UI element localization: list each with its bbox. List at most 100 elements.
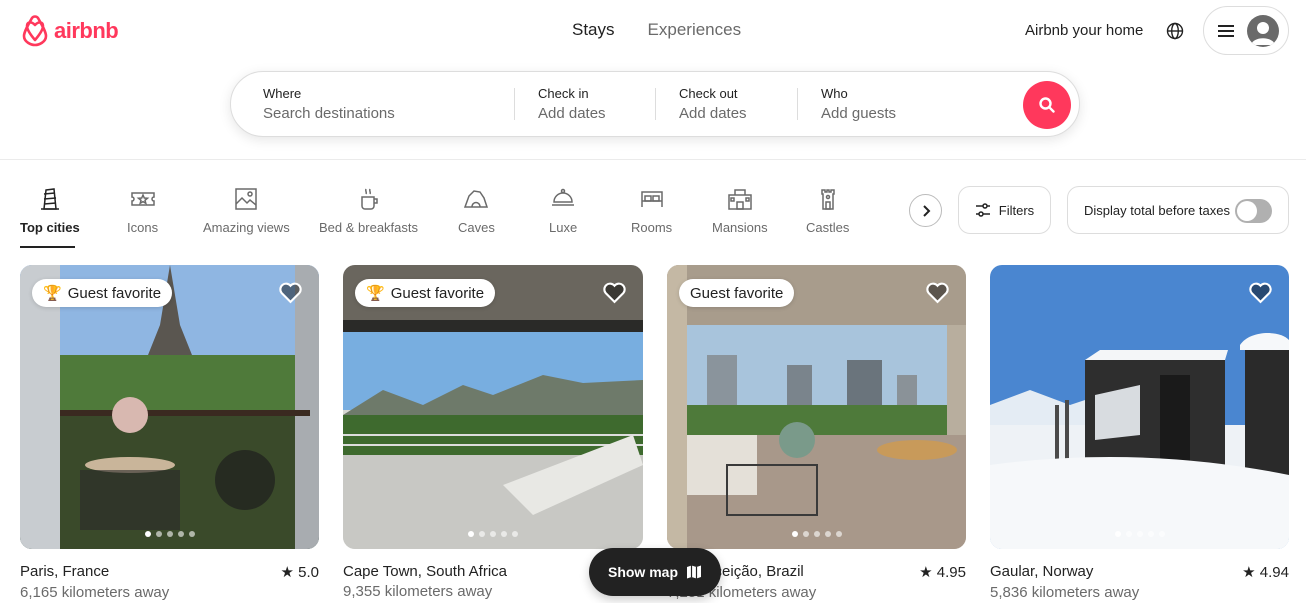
- listing-photo[interactable]: [990, 265, 1289, 549]
- show-map-label: Show map: [607, 564, 678, 580]
- listing-photo[interactable]: Guest favorite: [667, 265, 966, 549]
- pagination-dot: [824, 531, 831, 537]
- checkout-field[interactable]: Check out Add dates: [679, 86, 747, 122]
- listing-title: Paris, France: [20, 563, 110, 580]
- listing-card[interactable]: 🏆 Guest favorite Cape Town, South Africa…: [343, 265, 643, 600]
- pagination-dot: [468, 531, 474, 537]
- category-amazing-views[interactable]: Amazing views: [203, 186, 290, 235]
- guest-favorite-badge: 🏆 Guest favorite: [355, 279, 496, 307]
- category-rooms[interactable]: Rooms: [631, 186, 672, 235]
- category-label: Luxe: [549, 220, 578, 235]
- listing-card[interactable]: 🏆 Guest favorite Paris, France ★ 5.0 6,1…: [20, 265, 319, 601]
- where-input[interactable]: Search destinations: [263, 105, 395, 122]
- category-mansions[interactable]: Mansions: [712, 186, 768, 235]
- heart-icon[interactable]: [602, 280, 627, 305]
- cloche-icon: [552, 188, 575, 206]
- heart-icon[interactable]: [1248, 280, 1273, 305]
- pagination-dot: [813, 531, 820, 537]
- listing-rating: ★ 4.94: [1242, 564, 1289, 581]
- pagination-dot: [1147, 531, 1154, 537]
- category-label: Icons: [127, 220, 159, 235]
- listing-photo[interactable]: 🏆 Guest favorite: [343, 265, 643, 549]
- divider: [514, 88, 515, 120]
- listing-photo-image: [343, 265, 643, 549]
- sliders-icon: [975, 203, 990, 217]
- search-button[interactable]: [1023, 81, 1071, 129]
- listing-photo-image: [20, 265, 319, 549]
- listing-card[interactable]: Guest favorite va Conceição, Brazil ★ 4.…: [667, 265, 966, 601]
- tab-stays[interactable]: Stays: [572, 20, 615, 40]
- coffee-icon: [360, 188, 378, 210]
- guest-favorite-badge: Guest favorite: [679, 279, 795, 307]
- checkin-label: Check in: [538, 86, 589, 101]
- listing-card[interactable]: Gaular, Norway ★ 4.94 5,836 kilometers a…: [990, 265, 1289, 601]
- badge-label: Guest favorite: [67, 284, 162, 302]
- category-castles[interactable]: Castles: [806, 186, 849, 235]
- rating-value: 5.0: [298, 564, 319, 581]
- trophy-icon: 🏆: [366, 285, 385, 302]
- search-icon: [1039, 97, 1055, 113]
- heart-icon[interactable]: [278, 280, 303, 305]
- globe-icon[interactable]: [1166, 22, 1184, 40]
- listing-rating: ★ 5.0: [280, 564, 319, 581]
- heart-icon[interactable]: [925, 280, 950, 305]
- listing-rating: ★ 4.95: [919, 564, 966, 581]
- divider: [655, 88, 656, 120]
- checkout-label: Check out: [679, 86, 738, 101]
- listing-header: Gaular, Norway ★ 4.94: [990, 563, 1289, 581]
- pagination-dot: [188, 531, 195, 537]
- host-link[interactable]: Airbnb your home: [1025, 22, 1143, 39]
- airbnb-logo-icon: [22, 15, 48, 47]
- category-luxe[interactable]: Luxe: [549, 186, 577, 235]
- cave-icon: [464, 190, 489, 208]
- pagination-dot: [835, 531, 842, 537]
- category-bar: Top cities Icons Amazing views Bed & bre…: [0, 160, 1306, 252]
- category-top-cities[interactable]: Top cities: [20, 186, 80, 235]
- bed-icon: [640, 191, 663, 207]
- picture-icon: [235, 188, 258, 210]
- category-label: Castles: [806, 220, 850, 235]
- listing-photo[interactable]: 🏆 Guest favorite: [20, 265, 319, 549]
- header: airbnb Stays Experiences Airbnb your hom…: [0, 0, 1306, 160]
- category-label: Rooms: [631, 220, 673, 235]
- checkin-field[interactable]: Check in Add dates: [538, 86, 606, 122]
- pagination-dot: [1136, 531, 1143, 537]
- pagination-dot: [490, 531, 496, 537]
- tax-toggle[interactable]: Display total before taxes: [1067, 186, 1289, 234]
- category-label: Top cities: [20, 220, 80, 235]
- ticket-icon: [130, 192, 155, 206]
- category-label: Mansions: [712, 220, 768, 235]
- listing-photo-image: [990, 265, 1289, 549]
- avatar: [1247, 14, 1279, 47]
- where-field[interactable]: Where Search destinations: [263, 86, 395, 122]
- pagination-dot: [479, 531, 485, 537]
- guest-favorite-badge: 🏆 Guest favorite: [32, 279, 173, 307]
- pagination-dot: [177, 531, 184, 537]
- who-field[interactable]: Who Add guests: [821, 86, 896, 122]
- listing-header: Paris, France ★ 5.0: [20, 563, 319, 581]
- category-caves[interactable]: Caves: [458, 186, 495, 235]
- pagination-dot: [802, 531, 809, 537]
- photo-pagination: [144, 531, 195, 537]
- user-menu-button[interactable]: [1203, 6, 1289, 55]
- pagination-dot: [144, 531, 151, 537]
- pagination-dot: [155, 531, 162, 537]
- airbnb-logo[interactable]: airbnb: [20, 15, 119, 47]
- tab-experiences[interactable]: Experiences: [648, 20, 742, 40]
- category-next-button[interactable]: [909, 194, 942, 227]
- checkin-value: Add dates: [538, 105, 606, 122]
- trophy-icon: 🏆: [43, 285, 62, 302]
- badge-label: Guest favorite: [390, 284, 485, 302]
- search-bar: Where Search destinations Check in Add d…: [230, 71, 1080, 137]
- listing-photo-image: [667, 265, 966, 549]
- category-bed-and-breakfasts[interactable]: Bed & breakfasts: [319, 186, 418, 235]
- map-icon: [687, 565, 701, 579]
- category-icons[interactable]: Icons: [127, 186, 158, 235]
- brand-name: airbnb: [54, 18, 119, 43]
- photo-pagination: [1114, 531, 1165, 537]
- show-map-button[interactable]: Show map: [589, 548, 721, 596]
- tower-icon: [40, 188, 59, 210]
- listing-title: Gaular, Norway: [990, 563, 1094, 580]
- filters-button[interactable]: Filters: [958, 186, 1051, 234]
- toggle-switch[interactable]: [1235, 199, 1272, 223]
